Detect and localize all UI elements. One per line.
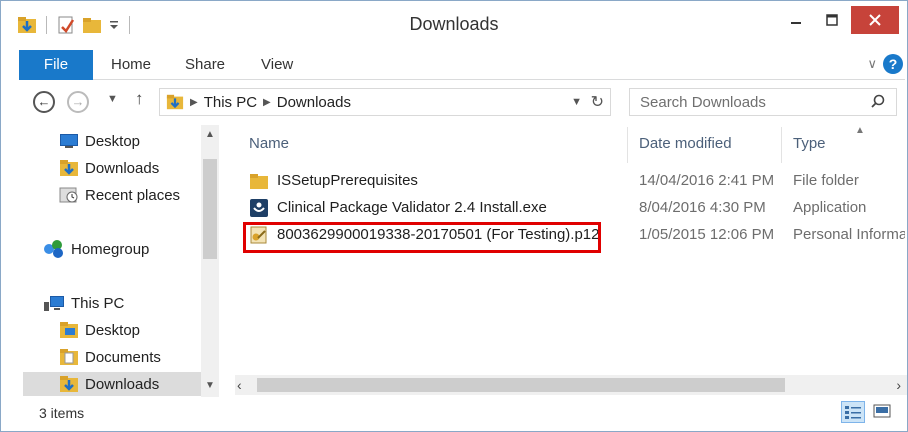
column-divider[interactable] bbox=[627, 127, 628, 163]
file-name: ISSetupPrerequisites bbox=[277, 172, 418, 189]
horizontal-scrollbar[interactable]: ‹ › bbox=[235, 375, 907, 395]
tab-file[interactable]: File bbox=[19, 50, 93, 80]
forward-button[interactable]: → bbox=[67, 91, 89, 113]
large-icons-view-icon bbox=[873, 404, 891, 418]
maximize-icon bbox=[826, 14, 838, 26]
scroll-up-icon[interactable]: ▲ bbox=[205, 129, 215, 140]
minimize-button[interactable] bbox=[781, 6, 811, 34]
computer-icon bbox=[44, 296, 64, 311]
back-button[interactable]: ← bbox=[33, 91, 55, 113]
homegroup-icon bbox=[44, 240, 63, 258]
downloads-folder-icon bbox=[166, 94, 184, 110]
documents-folder-icon bbox=[60, 349, 78, 365]
sidebar-item-label: Downloads bbox=[85, 159, 160, 177]
sidebar-scrollbar[interactable]: ▲ ▼ bbox=[201, 125, 219, 397]
search-input[interactable] bbox=[630, 89, 850, 115]
column-header-name[interactable]: Name bbox=[249, 135, 289, 152]
file-type: Application bbox=[793, 199, 867, 216]
title-bar: Downloads bbox=[1, 1, 907, 47]
file-date: 8/04/2016 4:30 PM bbox=[639, 199, 766, 216]
back-arrow-icon: ← bbox=[37, 94, 51, 109]
breadcrumb-separator-icon[interactable]: ▶ bbox=[263, 97, 271, 108]
sidebar-item-downloads-selected[interactable]: Downloads bbox=[23, 372, 203, 396]
file-date: 14/04/2016 2:41 PM bbox=[639, 172, 775, 189]
desktop-folder-icon bbox=[60, 322, 78, 338]
address-bar[interactable]: ▶ This PC ▶ Downloads ▼ ↻ bbox=[159, 88, 611, 116]
sidebar-item-recent-places[interactable]: Recent places bbox=[59, 183, 180, 207]
sidebar-item-documents[interactable]: Documents bbox=[59, 345, 161, 369]
tab-share[interactable]: Share bbox=[185, 50, 225, 80]
sidebar-item-label: Desktop bbox=[85, 321, 141, 339]
maximize-button[interactable] bbox=[817, 6, 847, 34]
window-title: Downloads bbox=[409, 14, 499, 34]
breadcrumb-this-pc[interactable]: This PC bbox=[204, 94, 257, 111]
ribbon-tabs: File Home Share View ∨ ? bbox=[19, 50, 905, 80]
search-box[interactable] bbox=[629, 88, 897, 116]
large-icons-view-button[interactable] bbox=[871, 401, 895, 423]
column-header-type[interactable]: Type bbox=[793, 135, 826, 152]
recent-locations-button[interactable]: ▼ bbox=[107, 93, 118, 105]
sidebar-item-label: Downloads bbox=[85, 375, 160, 393]
scroll-down-icon[interactable]: ▼ bbox=[205, 380, 215, 391]
folder-icon bbox=[250, 174, 268, 189]
tab-view[interactable]: View bbox=[261, 50, 293, 80]
file-row[interactable]: ISSetupPrerequisites 14/04/2016 2:41 PM … bbox=[247, 169, 905, 193]
search-icon[interactable] bbox=[870, 93, 886, 109]
forward-arrow-icon: → bbox=[71, 94, 85, 109]
status-bar: 3 items bbox=[19, 399, 905, 427]
sidebar-item-this-pc[interactable]: This PC bbox=[43, 291, 124, 315]
expand-ribbon-icon[interactable]: ∨ bbox=[867, 56, 877, 72]
desktop-icon bbox=[60, 134, 78, 148]
up-arrow-icon: ↑ bbox=[135, 89, 144, 108]
tab-home[interactable]: Home bbox=[111, 50, 151, 80]
sidebar-item-downloads[interactable]: Downloads bbox=[59, 156, 159, 180]
details-view-icon bbox=[845, 406, 861, 419]
address-dropdown-icon[interactable]: ▼ bbox=[571, 96, 582, 108]
downloads-folder-icon bbox=[60, 160, 78, 176]
file-type: Personal Informa bbox=[793, 226, 905, 243]
horizontal-scroll-thumb[interactable] bbox=[257, 378, 785, 392]
navigation-bar: ← → ▼ ↑ ▶ This PC ▶ Downloads ▼ ↻ bbox=[19, 85, 905, 119]
sidebar-item-label: Desktop bbox=[85, 132, 141, 150]
chevron-down-icon: ▼ bbox=[107, 93, 118, 105]
column-header-date[interactable]: Date modified bbox=[639, 135, 732, 152]
navigation-pane: Desktop Downloads Recent places Homegrou… bbox=[19, 125, 225, 397]
refresh-icon[interactable]: ↻ bbox=[591, 92, 604, 112]
breadcrumb-separator-icon[interactable]: ▶ bbox=[190, 97, 198, 108]
recent-places-icon bbox=[59, 187, 78, 203]
scroll-right-icon[interactable]: › bbox=[896, 377, 901, 393]
file-name: Clinical Package Validator 2.4 Install.e… bbox=[277, 199, 547, 216]
downloads-folder-icon bbox=[60, 376, 78, 392]
item-count: 3 items bbox=[39, 405, 85, 421]
close-button[interactable] bbox=[851, 6, 899, 34]
minimize-icon bbox=[791, 22, 801, 24]
highlight-annotation-box bbox=[243, 222, 601, 253]
sidebar-item-label: This PC bbox=[71, 294, 125, 312]
explorer-window: Downloads File Home Share View ∨ ? ← → ▼… bbox=[0, 0, 908, 432]
details-view-button[interactable] bbox=[841, 401, 865, 423]
file-date: 1/05/2015 12:06 PM bbox=[639, 226, 775, 243]
breadcrumb-downloads[interactable]: Downloads bbox=[277, 94, 351, 111]
sidebar-item-label: Recent places bbox=[85, 186, 181, 204]
file-type: File folder bbox=[793, 172, 859, 189]
sidebar-item-label: Documents bbox=[85, 348, 161, 366]
sidebar-scroll-thumb[interactable] bbox=[203, 159, 217, 259]
up-button[interactable]: ↑ bbox=[135, 89, 144, 109]
close-icon bbox=[869, 14, 881, 26]
file-list: Name Date modified Type ▲ ISSetupPrerequ… bbox=[235, 125, 905, 375]
help-icon[interactable]: ? bbox=[883, 54, 903, 74]
column-divider[interactable] bbox=[781, 127, 782, 163]
sort-ascending-icon: ▲ bbox=[855, 125, 865, 136]
sidebar-item-label: Homegroup bbox=[71, 240, 150, 258]
file-row[interactable]: Clinical Package Validator 2.4 Install.e… bbox=[247, 196, 905, 220]
scroll-left-icon[interactable]: ‹ bbox=[237, 377, 242, 393]
sidebar-item-desktop[interactable]: Desktop bbox=[59, 129, 140, 153]
sidebar-item-homegroup[interactable]: Homegroup bbox=[43, 237, 149, 261]
installer-app-icon bbox=[250, 199, 268, 217]
sidebar-item-desktop-folder[interactable]: Desktop bbox=[59, 318, 140, 342]
